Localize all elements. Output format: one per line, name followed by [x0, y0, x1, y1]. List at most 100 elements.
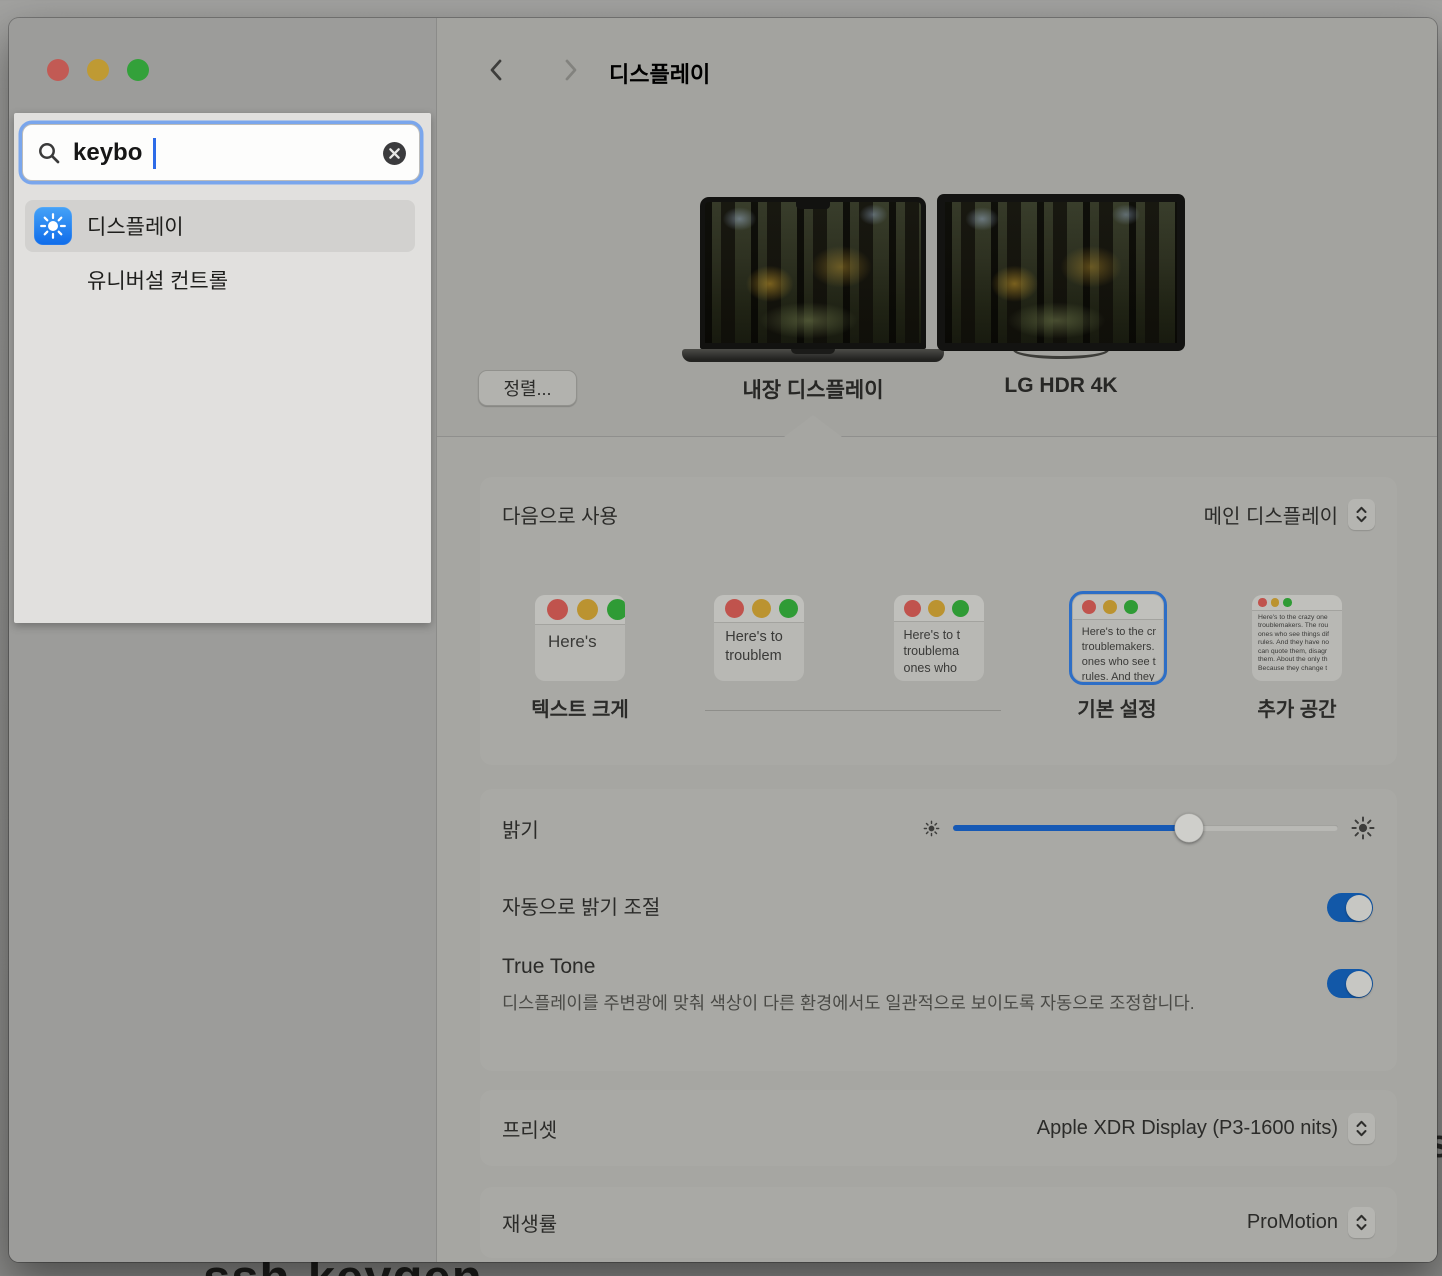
mini-minimize-icon: [1103, 600, 1117, 614]
refresh-rate-label: 재생률: [502, 1208, 557, 1237]
mini-window-titlebar: [535, 595, 625, 625]
toggle-knob: [1346, 895, 1372, 921]
forward-button[interactable]: [556, 56, 584, 84]
refresh-rate-card: 재생률 ProMotion: [480, 1187, 1397, 1258]
mini-minimize-icon: [928, 600, 945, 617]
search-field[interactable]: [22, 124, 420, 181]
mini-window-titlebar: [894, 595, 984, 622]
arrange-button[interactable]: 정렬...: [478, 370, 577, 406]
mini-window-text: Here's to troublem: [714, 623, 804, 666]
mini-zoom-icon: [1283, 598, 1292, 607]
scaling-options: Here's Here's to troublem: [480, 595, 1397, 681]
row-divider: [502, 551, 1375, 552]
back-button[interactable]: [483, 56, 511, 84]
brightness-high-icon: [1351, 816, 1375, 840]
mini-close-icon: [547, 599, 568, 620]
refresh-rate-select[interactable]: [1348, 1207, 1375, 1238]
text-caret: [153, 138, 156, 169]
toggle-knob: [1346, 971, 1372, 997]
mini-window-text: Here's to the crazy one troublemakers. T…: [1252, 611, 1342, 673]
search-result-displays[interactable]: 디스플레이: [25, 200, 415, 252]
preset-card: 프리셋 Apple XDR Display (P3-1600 nits): [480, 1090, 1397, 1166]
wallpaper-forest: [945, 202, 1177, 343]
display-preview-builtin[interactable]: [700, 197, 926, 362]
true-tone-description: 디스플레이를 주변광에 맞춰 색상이 다른 환경에서도 일관적으로 보이도록 자…: [502, 989, 1242, 1017]
display-settings-card: 다음으로 사용 메인 디스플레이: [480, 477, 1397, 765]
mini-window-titlebar: [1252, 595, 1342, 611]
mini-minimize-icon: [752, 599, 771, 618]
slider-knob[interactable]: [1175, 814, 1204, 843]
mini-zoom-icon: [779, 599, 798, 618]
mini-close-icon: [1082, 600, 1096, 614]
minimize-button[interactable]: [87, 59, 109, 81]
mini-window-text: Here's: [535, 625, 625, 653]
laptop-notch: [796, 202, 830, 209]
search-result-universal-control[interactable]: 유니버설 컨트롤: [25, 258, 415, 302]
mini-zoom-icon: [1124, 600, 1138, 614]
preset-label: 프리셋: [502, 1114, 557, 1143]
display-preview-lg-hdr-4k[interactable]: [937, 194, 1185, 351]
display-brightness-icon: [34, 207, 72, 245]
clear-search-icon[interactable]: [382, 141, 407, 166]
lg-display-label: LG HDR 4K: [1004, 374, 1117, 398]
close-button[interactable]: [47, 59, 69, 81]
system-settings-window: 디스플레이 유니버설 컨트롤 디스플레이: [9, 18, 1437, 1262]
search-results-panel: 디스플레이 유니버설 컨트롤: [14, 113, 431, 623]
refresh-rate-value: ProMotion: [1247, 1211, 1338, 1234]
preset-select[interactable]: [1348, 1113, 1375, 1144]
zoom-button[interactable]: [127, 59, 149, 81]
sidebar: 디스플레이 유니버설 컨트롤: [9, 18, 436, 1262]
mini-window-titlebar: [714, 595, 804, 623]
scaling-label-more-space: 추가 공간: [1257, 693, 1336, 722]
main-content: 디스플레이 내장 디스플레이 LG HDR 4K 정렬... 다음으로 사용 메…: [437, 18, 1437, 1262]
mini-minimize-icon: [577, 599, 598, 620]
mini-close-icon: [904, 600, 921, 617]
mini-window-titlebar: [1073, 595, 1163, 620]
brightness-low-icon: [923, 820, 940, 837]
slider-fill: [953, 825, 1189, 831]
use-as-label: 다음으로 사용: [502, 500, 618, 529]
search-icon: [37, 141, 61, 165]
mini-zoom-icon: [952, 600, 969, 617]
search-result-label: 디스플레이: [87, 211, 184, 241]
monitor-frame: [937, 194, 1185, 351]
auto-brightness-toggle[interactable]: [1327, 893, 1373, 922]
scaling-option-3[interactable]: Here's to t troublema ones who: [894, 595, 984, 681]
laptop-screen: [700, 197, 926, 349]
builtin-display-label: 내장 디스플레이: [742, 374, 883, 404]
brightness-slider[interactable]: [923, 816, 1375, 840]
selected-display-pointer: [784, 415, 842, 437]
mini-close-icon: [1258, 598, 1267, 607]
slider-track[interactable]: [953, 825, 1338, 831]
row-divider: [502, 943, 1375, 944]
page-title: 디스플레이: [609, 57, 710, 89]
search-result-label: 유니버설 컨트롤: [87, 265, 228, 295]
laptop-base: [682, 349, 944, 362]
use-as-value: 메인 디스플레이: [1204, 500, 1338, 529]
auto-brightness-label: 자동으로 밝기 조절: [502, 891, 660, 920]
use-as-select[interactable]: [1348, 499, 1375, 530]
scaling-label-default: 기본 설정: [1077, 693, 1156, 722]
scaling-middle-line: [705, 710, 1001, 711]
window-controls: [47, 59, 149, 81]
mini-close-icon: [725, 599, 744, 618]
brightness-card: 밝기: [480, 789, 1397, 1071]
preset-value: Apple XDR Display (P3-1600 nits): [1037, 1117, 1338, 1140]
mini-zoom-icon: [607, 599, 625, 620]
mini-window-text: Here's to the cr troublemakers. ones who…: [1073, 620, 1163, 681]
mini-window-text: Here's to t troublema ones who: [894, 622, 984, 676]
scaling-label-larger-text: 텍스트 크게: [531, 693, 629, 722]
wallpaper-forest: [705, 202, 921, 343]
scaling-option-more-space[interactable]: Here's to the crazy one troublemakers. T…: [1252, 595, 1342, 681]
scaling-option-default[interactable]: Here's to the cr troublemakers. ones who…: [1073, 595, 1163, 681]
scaling-option-larger-text[interactable]: Here's: [535, 595, 625, 681]
mini-minimize-icon: [1271, 598, 1280, 607]
true-tone-label: True Tone: [502, 955, 1262, 979]
scaling-option-2[interactable]: Here's to troublem: [714, 595, 804, 681]
true-tone-toggle[interactable]: [1327, 969, 1373, 998]
brightness-label: 밝기: [502, 814, 539, 843]
chevron-up-down-icon: [1355, 1213, 1368, 1232]
search-input[interactable]: [73, 125, 363, 180]
chevron-up-down-icon: [1355, 1119, 1368, 1138]
chevron-up-down-icon: [1355, 505, 1368, 524]
